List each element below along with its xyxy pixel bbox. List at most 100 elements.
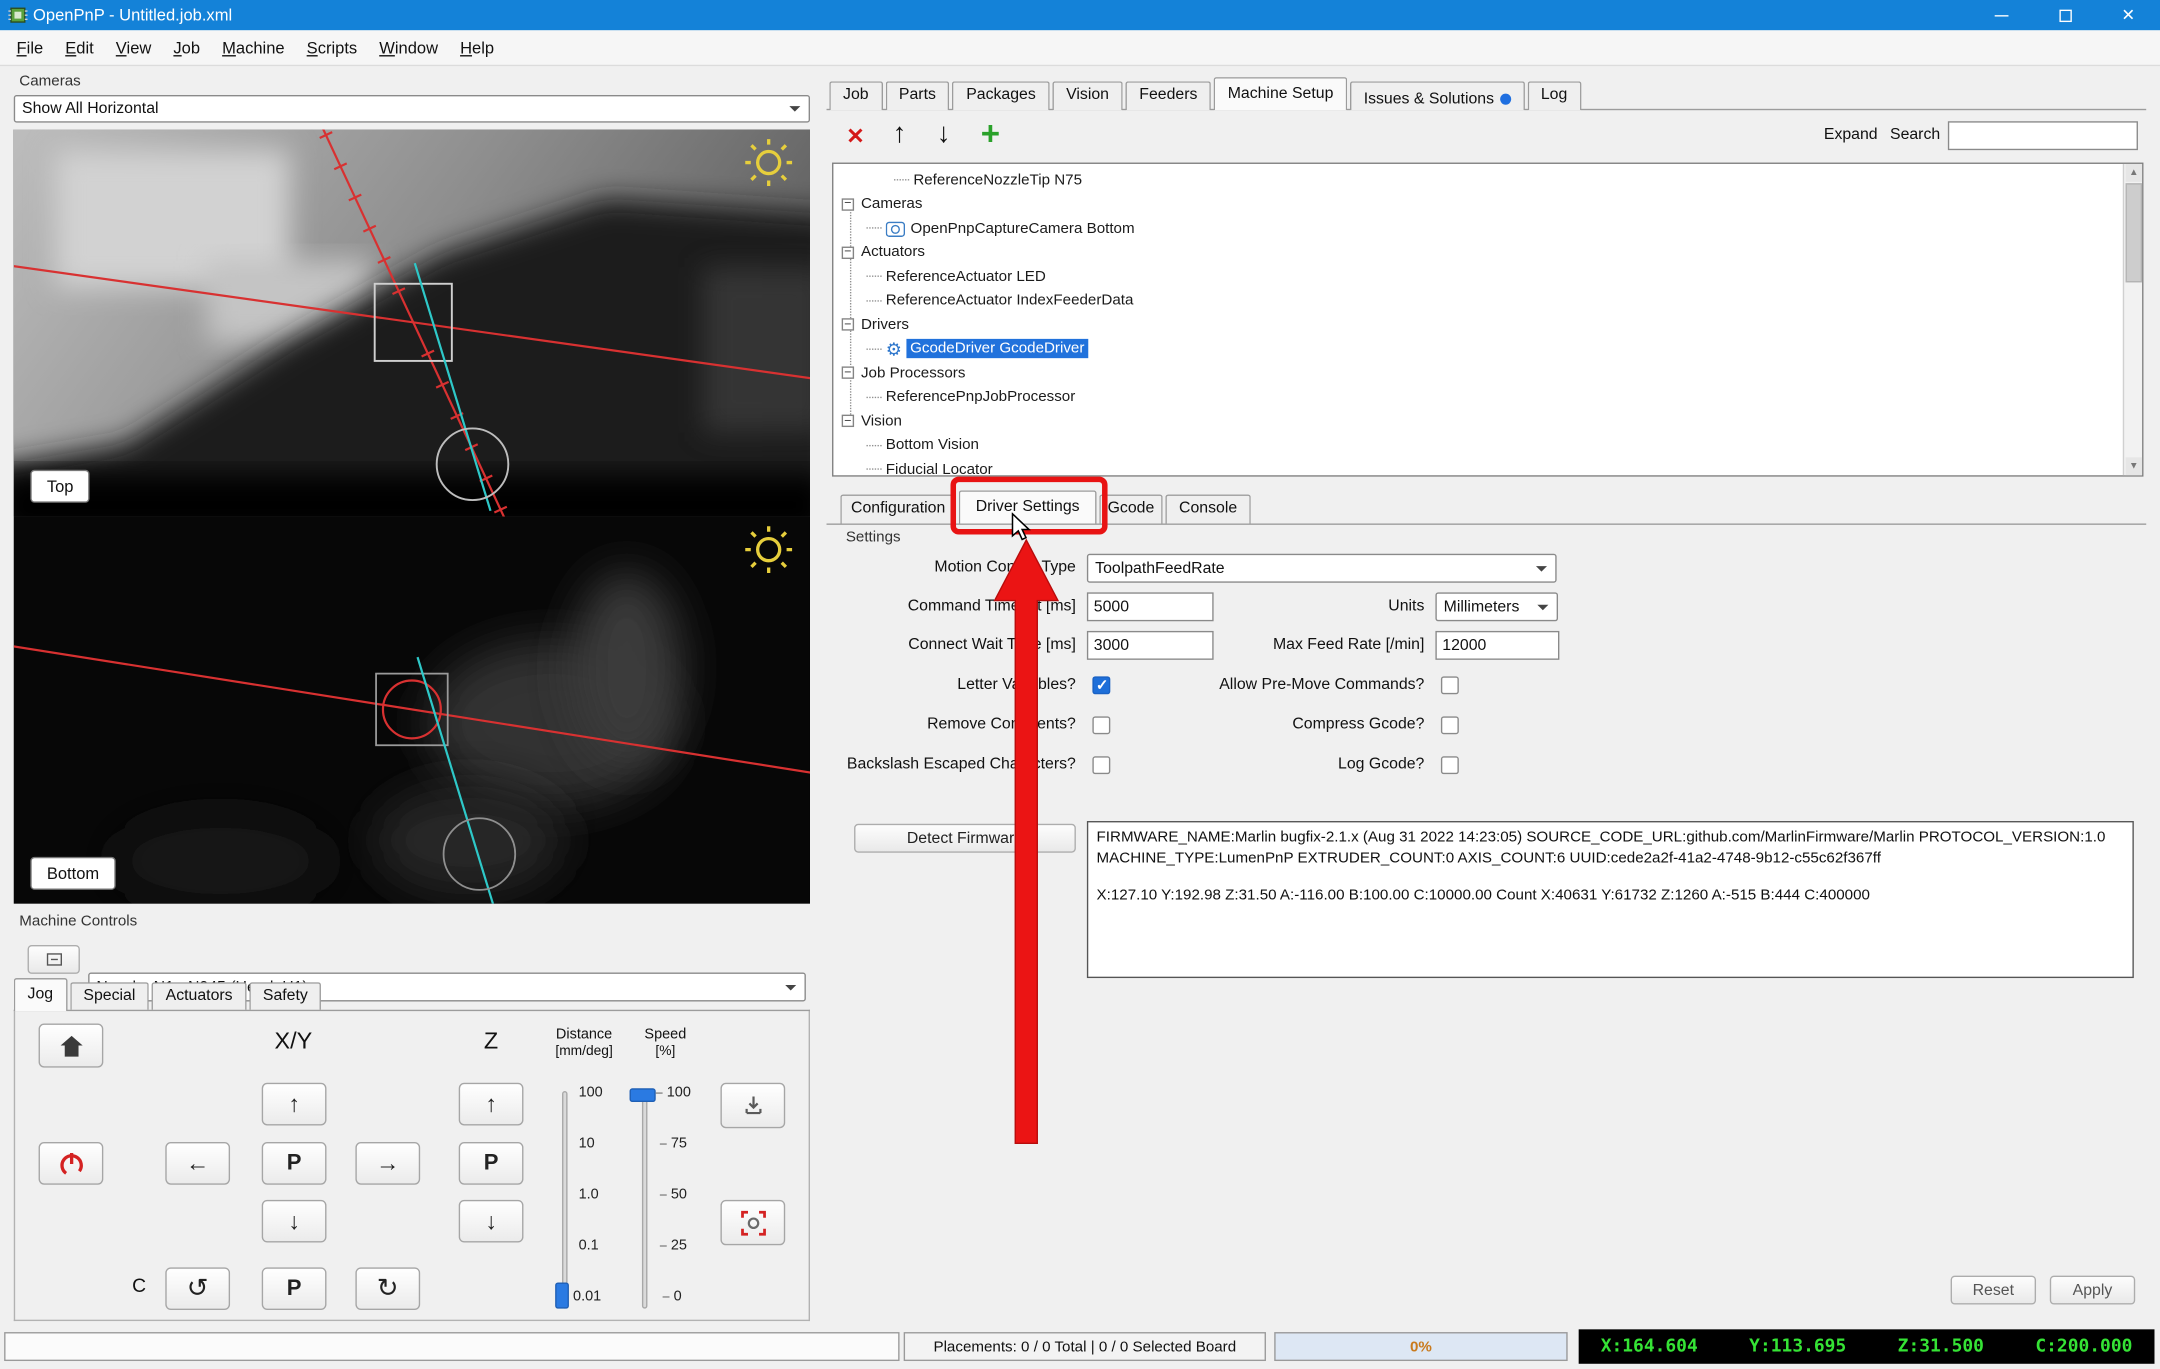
tab-parts[interactable]: Parts [885,81,950,111]
menu-help[interactable]: Help [449,32,505,62]
tree-item-gcodedriver[interactable]: ⚙ GcodeDriver GcodeDriver [833,337,2142,361]
position-c-button[interactable]: P [261,1267,327,1311]
distance-tick: 100 [578,1084,603,1101]
move-down-button[interactable] [926,116,962,152]
tab-machine-setup[interactable]: Machine Setup [1213,77,1348,111]
tab-log[interactable]: Log [1527,81,1582,111]
camera-view-select[interactable]: Show All Horizontal [13,95,810,123]
tree-item[interactable]: OpenPnpCaptureCamera Bottom [833,216,2142,240]
backslash-escaped-checkbox[interactable] [1092,756,1111,775]
move-up-button[interactable] [882,116,918,152]
power-button[interactable] [38,1141,104,1185]
tree-item[interactable]: Bottom Vision [833,433,2142,457]
tree-item-job-processors[interactable]: Job Processors [833,361,2142,385]
tab-packages[interactable]: Packages [952,81,1050,111]
menu-window[interactable]: Window [368,32,449,62]
rotate-ccw-button[interactable] [165,1267,231,1311]
up-arrow-icon [288,1090,300,1118]
connect-wait-input[interactable]: 3000 [1086,630,1214,660]
distance-slider-thumb[interactable] [555,1282,569,1309]
jog-z-plus-button[interactable] [458,1082,524,1126]
tab-safety[interactable]: Safety [249,982,322,1012]
premove-commands-checkbox[interactable] [1440,676,1459,695]
tree-expander[interactable] [841,318,855,331]
delete-button[interactable] [838,118,874,154]
command-timeout-input[interactable]: 5000 [1086,592,1214,622]
jog-z-minus-button[interactable] [458,1199,524,1243]
tab-feeders[interactable]: Feeders [1125,81,1212,111]
up-arrow-icon [893,118,907,150]
tab-gcode[interactable]: Gcode [1099,494,1163,524]
speed-tick: 0 [662,1288,682,1305]
tree-expander[interactable] [841,366,855,380]
app-icon [8,7,28,23]
machine-setup-tree: ReferenceNozzleTip N75 Cameras OpenPnpCa… [832,162,2144,477]
machine-controls-title: Machine Controls [19,913,138,930]
park-z-button[interactable] [720,1082,786,1129]
speed-slider-thumb[interactable] [629,1088,656,1103]
camera-view-bottom[interactable]: Bottom [13,516,810,904]
rotate-cw-button[interactable] [355,1267,421,1311]
tree-scrollbar[interactable]: ▲ ▼ [2122,163,2143,476]
scrollbar-down-arrow[interactable]: ▼ [2125,457,2143,476]
tab-jog[interactable]: Jog [13,978,67,1012]
tree-item[interactable]: ReferenceActuator IndexFeederData [833,289,2142,313]
maximize-button[interactable] [2033,0,2096,30]
close-button[interactable] [2097,0,2160,30]
position-z-button[interactable]: P [458,1141,524,1185]
tree-item-actuators[interactable]: Actuators [833,240,2142,264]
max-feed-rate-input[interactable]: 12000 [1435,630,1560,660]
add-button[interactable] [973,118,1009,154]
tab-actuators[interactable]: Actuators [151,982,247,1012]
position-xy-button[interactable]: P [261,1141,327,1185]
jog-x-plus-button[interactable] [355,1141,421,1185]
apply-button[interactable]: Apply [2049,1275,2136,1305]
tab-vision[interactable]: Vision [1052,81,1123,111]
jog-y-minus-button[interactable] [261,1199,327,1243]
tree-expander[interactable] [841,414,855,428]
scrollbar-up-arrow[interactable]: ▲ [2125,163,2143,182]
menu-edit[interactable]: Edit [54,32,105,62]
z-header: Z [483,1027,499,1054]
menu-scripts[interactable]: Scripts [296,32,369,62]
home-button[interactable] [38,1023,104,1068]
minimize-button[interactable] [1970,0,2033,30]
jog-x-minus-button[interactable] [165,1141,231,1185]
tree-item-cameras[interactable]: Cameras [833,192,2142,216]
tree-expander[interactable] [841,246,855,259]
tab-special[interactable]: Special [69,982,150,1012]
motion-control-type-value: ToolpathFeedRate [1095,559,1225,577]
tab-job-main[interactable]: Job [829,81,883,111]
menu-file[interactable]: File [6,32,55,62]
collapse-controls-button[interactable] [27,944,80,974]
tree-expander[interactable] [841,198,855,211]
menu-job[interactable]: Job [162,32,211,62]
search-input[interactable] [1947,121,2138,151]
units-select[interactable]: Millimeters [1435,592,1559,622]
distance-slider[interactable] [562,1091,568,1309]
speed-slider[interactable] [641,1091,648,1309]
tree-item[interactable]: Fiducial Locator [833,457,2142,475]
menu-machine[interactable]: Machine [211,32,296,62]
tree-item[interactable]: ReferencePnpJobProcessor [833,385,2142,409]
menu-view[interactable]: View [105,32,163,62]
title-bar: OpenPnP - Untitled.job.xml [0,0,2160,31]
camera-view-top[interactable]: Top [13,129,810,517]
scrollbar-thumb[interactable] [2125,183,2143,283]
tree-item[interactable]: ReferenceNozzleTip N75 [833,168,2142,192]
compress-gcode-checkbox[interactable] [1440,716,1459,735]
tree-item-drivers[interactable]: Drivers [833,313,2142,337]
letter-variables-checkbox[interactable] [1092,676,1111,695]
camera-position-button[interactable] [720,1199,786,1246]
reset-button[interactable]: Reset [1950,1275,2037,1305]
tab-configuration[interactable]: Configuration [840,494,957,524]
tree-item-vision[interactable]: Vision [833,409,2142,433]
detect-firmware-button[interactable]: Detect Firmware [854,823,1076,853]
jog-y-plus-button[interactable] [261,1082,327,1126]
remove-comments-checkbox[interactable] [1092,716,1111,735]
log-gcode-checkbox[interactable] [1440,756,1459,775]
tab-issues-solutions[interactable]: Issues & Solutions [1349,81,1525,111]
tab-console[interactable]: Console [1165,494,1251,524]
motion-control-type-select[interactable]: ToolpathFeedRate [1086,553,1557,583]
tree-item[interactable]: ReferenceActuator LED [833,264,2142,288]
